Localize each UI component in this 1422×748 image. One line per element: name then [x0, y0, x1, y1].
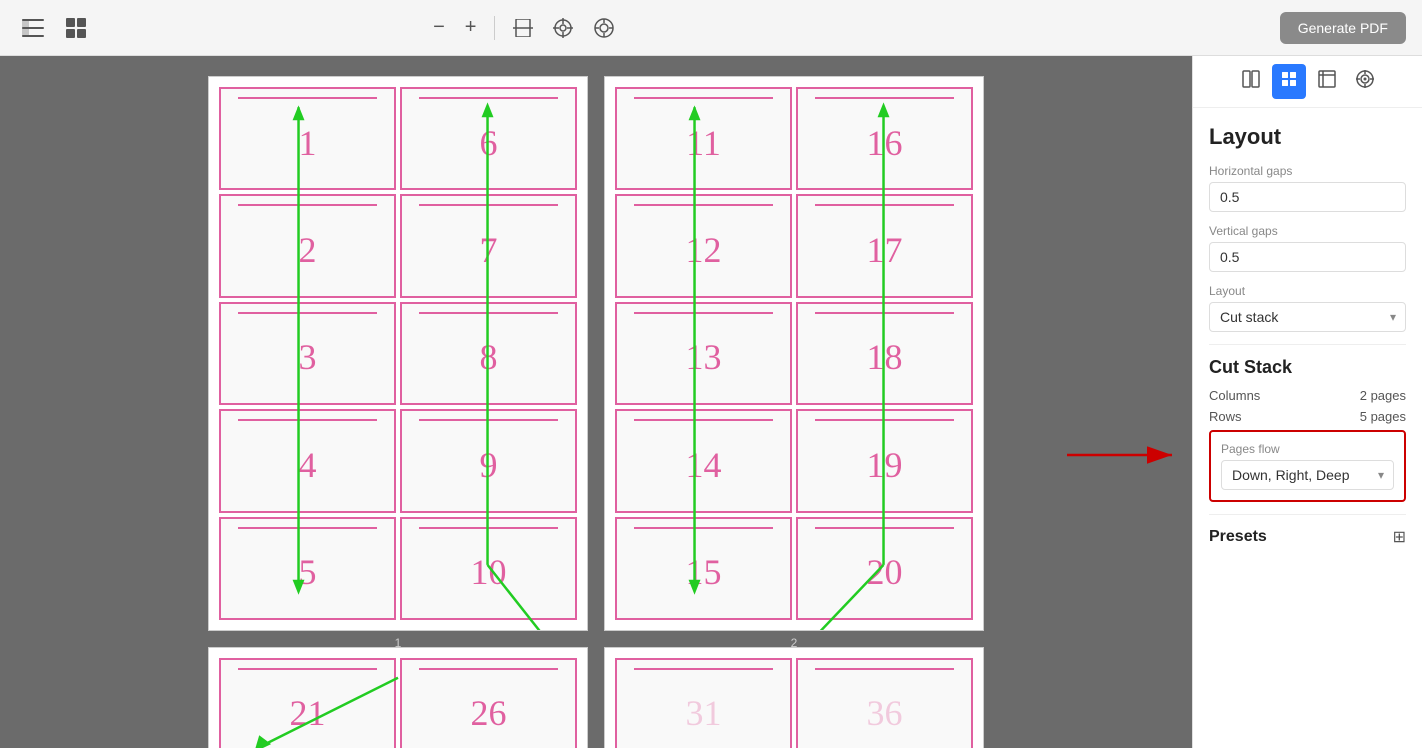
toggle-sidebar-button[interactable]	[16, 15, 50, 41]
print-page-1: 1 6 2 7 3 8 4 9 5 10	[208, 76, 588, 631]
panel-icon-tabs	[1193, 56, 1422, 108]
horizontal-gaps-label: Horizontal gaps	[1209, 164, 1406, 178]
fit-width-button[interactable]	[547, 14, 579, 42]
page-row-1: 1 6 2 7 3 8 4 9 5 10	[208, 76, 984, 631]
cell-8: 8	[400, 302, 577, 405]
cell-3: 3	[219, 302, 396, 405]
cell-blank2: 36	[796, 658, 973, 748]
panel-tab-crop[interactable]	[1310, 64, 1344, 99]
print-page-3: 21 26 31 36	[208, 647, 588, 748]
rows-label: Rows	[1209, 409, 1242, 424]
rows-row: Rows 5 pages	[1209, 409, 1406, 424]
actual-size-button[interactable]	[587, 13, 621, 43]
cell-16: 16	[796, 87, 973, 190]
print-page-4: 31 36	[604, 647, 984, 748]
toolbar-right: Generate PDF	[1280, 12, 1406, 44]
cell-19: 19	[796, 409, 973, 512]
toolbar-center: − +	[427, 12, 621, 43]
rows-value: 5 pages	[1360, 409, 1406, 424]
cell-15: 15	[615, 517, 792, 620]
cell-13: 13	[615, 302, 792, 405]
cell-18: 18	[796, 302, 973, 405]
cell-4: 4	[219, 409, 396, 512]
generate-pdf-button[interactable]: Generate PDF	[1280, 12, 1406, 44]
pages-flow-select[interactable]: Down, Right, Deep Right, Down, Deep Down…	[1221, 460, 1394, 490]
cell-21: 21	[219, 658, 396, 748]
cell-11: 11	[615, 87, 792, 190]
panel-content: Layout Horizontal gaps 0.5 Vertical gaps…	[1193, 108, 1422, 748]
cell-20: 20	[796, 517, 973, 620]
vertical-gaps-value[interactable]: 0.5	[1209, 242, 1406, 272]
cell-7: 7	[400, 194, 577, 297]
columns-row: Columns 2 pages	[1209, 388, 1406, 403]
canvas-area[interactable]: 1 6 2 7 3 8 4 9 5 10	[0, 56, 1192, 748]
panel-tab-pages[interactable]	[1234, 64, 1268, 99]
fit-page-button[interactable]	[507, 15, 539, 41]
cell-12: 12	[615, 194, 792, 297]
layout-section-title: Layout	[1209, 124, 1406, 150]
columns-label: Columns	[1209, 388, 1260, 403]
cell-5: 5	[219, 517, 396, 620]
zoom-in-button[interactable]: +	[459, 12, 483, 43]
layout-field-label: Layout	[1209, 284, 1406, 298]
zoom-out-button[interactable]: −	[427, 12, 451, 43]
columns-value: 2 pages	[1360, 388, 1406, 403]
presets-title: Presets	[1209, 528, 1267, 546]
panel-tab-target[interactable]	[1348, 64, 1382, 99]
cut-stack-section: Cut Stack Columns 2 pages Rows 5 pages	[1209, 357, 1406, 424]
layout-select[interactable]: Cut stack Grid Booklet Saddle stitch	[1209, 302, 1406, 332]
pages-flow-select-wrapper: Down, Right, Deep Right, Down, Deep Down…	[1221, 460, 1394, 490]
section-divider-2	[1209, 514, 1406, 515]
main-area: 1 6 2 7 3 8 4 9 5 10	[0, 56, 1422, 748]
panel-tab-layout[interactable]	[1272, 64, 1306, 99]
toolbar-separator	[494, 16, 495, 40]
cell-blank1: 31	[615, 658, 792, 748]
right-panel: Layout Horizontal gaps 0.5 Vertical gaps…	[1192, 56, 1422, 748]
layout-select-wrapper: Cut stack Grid Booklet Saddle stitch	[1209, 302, 1406, 332]
cell-9: 9	[400, 409, 577, 512]
toggle-grid-button[interactable]	[60, 14, 92, 42]
presets-header: Presets ⊞	[1209, 527, 1406, 547]
pages-flow-label: Pages flow	[1221, 442, 1394, 456]
layout-section: Layout Horizontal gaps 0.5 Vertical gaps…	[1209, 124, 1406, 332]
toolbar-left-icons	[16, 14, 92, 42]
cell-2: 2	[219, 194, 396, 297]
pages-flow-section: Pages flow Down, Right, Deep Right, Down…	[1209, 430, 1406, 502]
vertical-gaps-label: Vertical gaps	[1209, 224, 1406, 238]
print-page-2: 11 16 12 17 13 18 14 19 15 20	[604, 76, 984, 631]
presets-grid-icon[interactable]: ⊞	[1393, 527, 1406, 547]
cell-10: 10	[400, 517, 577, 620]
cell-26: 26	[400, 658, 577, 748]
cell-6: 6	[400, 87, 577, 190]
section-divider-1	[1209, 344, 1406, 345]
horizontal-gaps-value[interactable]: 0.5	[1209, 182, 1406, 212]
cell-1: 1	[219, 87, 396, 190]
page-row-2: 21 26 31 36 31 36	[208, 647, 984, 748]
cell-17: 17	[796, 194, 973, 297]
toolbar: − +	[0, 0, 1422, 56]
cut-stack-title: Cut Stack	[1209, 357, 1406, 378]
cell-14: 14	[615, 409, 792, 512]
